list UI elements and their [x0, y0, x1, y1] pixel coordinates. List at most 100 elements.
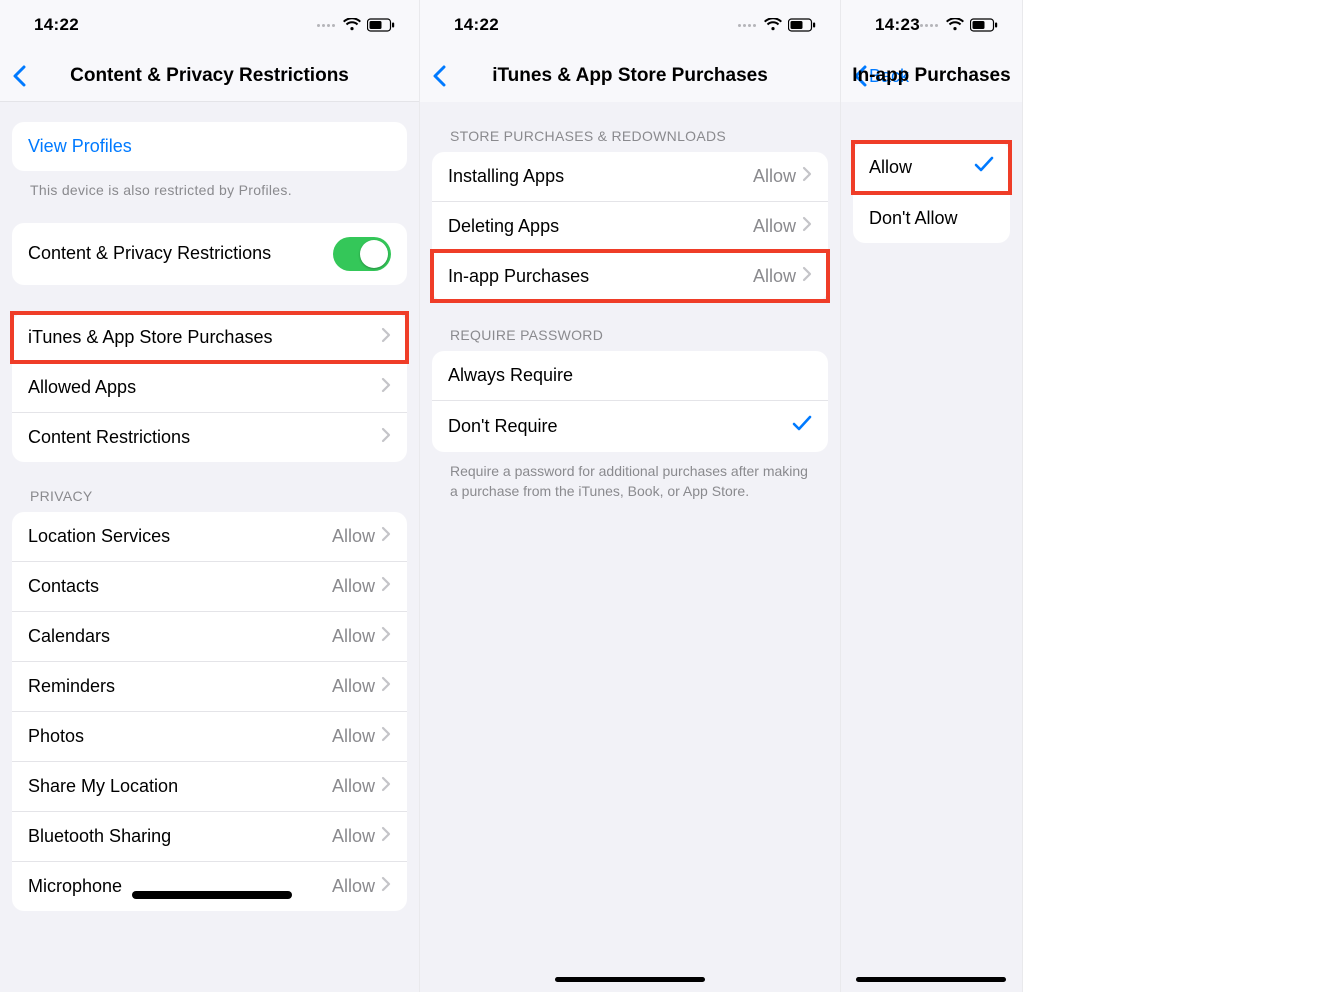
options-section: Allow Don't Allow	[853, 142, 1010, 243]
home-indicator[interactable]	[555, 977, 705, 982]
page-title: In-app Purchases	[852, 65, 1010, 87]
row-label: Photos	[28, 726, 332, 747]
row-label: Don't Allow	[869, 208, 994, 229]
chevron-right-icon	[802, 216, 812, 237]
privacy-section-header: PRIVACY	[12, 462, 407, 512]
chevron-right-icon	[381, 526, 391, 547]
content-area: Allow Don't Allow	[841, 102, 1022, 992]
row-value: Allow	[332, 676, 375, 697]
back-button[interactable]	[12, 65, 26, 87]
nav-header: Content & Privacy Restrictions	[0, 50, 419, 102]
wifi-icon	[764, 18, 782, 32]
chevron-right-icon	[381, 676, 391, 697]
itunes-appstore-purchases-row[interactable]: iTunes & App Store Purchases	[12, 313, 407, 362]
store-section: Installing Apps Allow Deleting Apps Allo…	[432, 152, 828, 301]
row-label: Calendars	[28, 626, 332, 647]
status-icons	[317, 18, 395, 32]
status-time: 14:23	[875, 15, 920, 35]
dont-allow-row[interactable]: Don't Allow	[853, 193, 1010, 243]
row-label: In-app Purchases	[448, 266, 753, 287]
profiles-section: View Profiles	[12, 122, 407, 171]
chevron-right-icon	[802, 266, 812, 287]
row-value: Allow	[753, 266, 796, 287]
row-value: Allow	[332, 576, 375, 597]
share-my-location-row[interactable]: Share My Location Allow	[12, 761, 407, 811]
phone-itunes-appstore: 14:22 iTunes & App Store Purchases STORE…	[420, 0, 841, 992]
allow-row[interactable]: Allow	[853, 142, 1010, 193]
bluetooth-sharing-row[interactable]: Bluetooth Sharing Allow	[12, 811, 407, 861]
chevron-right-icon	[381, 876, 391, 897]
profiles-note: This device is also restricted by Profil…	[12, 171, 407, 201]
chevron-right-icon	[381, 377, 391, 398]
row-label: Contacts	[28, 576, 332, 597]
page-title: Content & Privacy Restrictions	[70, 65, 349, 87]
back-button[interactable]	[432, 65, 446, 87]
checkmark-icon	[974, 156, 994, 179]
chevron-right-icon	[802, 166, 812, 187]
deleting-apps-row[interactable]: Deleting Apps Allow	[432, 201, 828, 251]
row-label: Don't Require	[448, 416, 792, 437]
location-services-row[interactable]: Location Services Allow	[12, 512, 407, 561]
main-items-section: iTunes & App Store Purchases Allowed App…	[12, 313, 407, 462]
require-section-footer: Require a password for additional purcha…	[432, 452, 828, 501]
row-label: Allowed Apps	[28, 377, 381, 398]
row-label: Reminders	[28, 676, 332, 697]
allowed-apps-row[interactable]: Allowed Apps	[12, 362, 407, 412]
phone-in-app-purchases: 14:23 Back In-app Purchases Allow	[841, 0, 1023, 992]
row-label: Always Require	[448, 365, 812, 386]
content-privacy-toggle[interactable]	[333, 237, 391, 271]
chevron-right-icon	[381, 826, 391, 847]
row-value: Allow	[332, 776, 375, 797]
status-time: 14:22	[34, 15, 79, 35]
wifi-icon	[343, 18, 361, 32]
nav-header: Back In-app Purchases	[841, 50, 1022, 102]
row-label: Bluetooth Sharing	[28, 826, 332, 847]
row-value: Allow	[332, 526, 375, 547]
chevron-right-icon	[381, 576, 391, 597]
wifi-icon	[946, 18, 964, 32]
checkmark-icon	[792, 415, 812, 438]
row-label: iTunes & App Store Purchases	[28, 327, 381, 348]
chevron-right-icon	[381, 726, 391, 747]
toggle-section: Content & Privacy Restrictions	[12, 223, 407, 285]
view-profiles-label: View Profiles	[28, 136, 391, 157]
always-require-row[interactable]: Always Require	[432, 351, 828, 400]
statusbar: 14:23	[841, 0, 1022, 50]
chevron-right-icon	[381, 327, 391, 348]
dont-require-row[interactable]: Don't Require	[432, 400, 828, 452]
chevron-right-icon	[381, 427, 391, 448]
row-label: Location Services	[28, 526, 332, 547]
store-section-header: STORE PURCHASES & REDOWNLOADS	[432, 102, 828, 152]
content-privacy-toggle-row[interactable]: Content & Privacy Restrictions	[12, 223, 407, 285]
content-restrictions-row[interactable]: Content Restrictions	[12, 412, 407, 462]
battery-icon	[788, 18, 816, 32]
microphone-row[interactable]: Microphone Allow	[12, 861, 407, 911]
row-label: Deleting Apps	[448, 216, 753, 237]
privacy-section: Location Services Allow Contacts Allow C…	[12, 512, 407, 911]
row-label: Content Restrictions	[28, 427, 381, 448]
installing-apps-row[interactable]: Installing Apps Allow	[432, 152, 828, 201]
cellular-dots-icon	[738, 24, 756, 27]
home-indicator[interactable]	[856, 977, 1006, 982]
photos-row[interactable]: Photos Allow	[12, 711, 407, 761]
row-value: Allow	[332, 876, 375, 897]
page-title: iTunes & App Store Purchases	[492, 65, 768, 87]
reminders-row[interactable]: Reminders Allow	[12, 661, 407, 711]
row-value: Allow	[332, 826, 375, 847]
content-area: View Profiles This device is also restri…	[0, 102, 419, 992]
contacts-row[interactable]: Contacts Allow	[12, 561, 407, 611]
chevron-right-icon	[381, 776, 391, 797]
view-profiles-button[interactable]: View Profiles	[12, 122, 407, 171]
statusbar: 14:22	[420, 0, 840, 50]
require-section: Always Require Don't Require	[432, 351, 828, 452]
content-privacy-toggle-label: Content & Privacy Restrictions	[28, 243, 333, 264]
row-value: Allow	[332, 726, 375, 747]
chevron-right-icon	[381, 626, 391, 647]
in-app-purchases-row[interactable]: In-app Purchases Allow	[432, 251, 828, 301]
cellular-dots-icon	[920, 24, 938, 27]
status-icons	[920, 18, 998, 32]
require-section-header: REQUIRE PASSWORD	[432, 301, 828, 351]
calendars-row[interactable]: Calendars Allow	[12, 611, 407, 661]
redacted-bar	[132, 891, 292, 899]
row-value: Allow	[753, 166, 796, 187]
